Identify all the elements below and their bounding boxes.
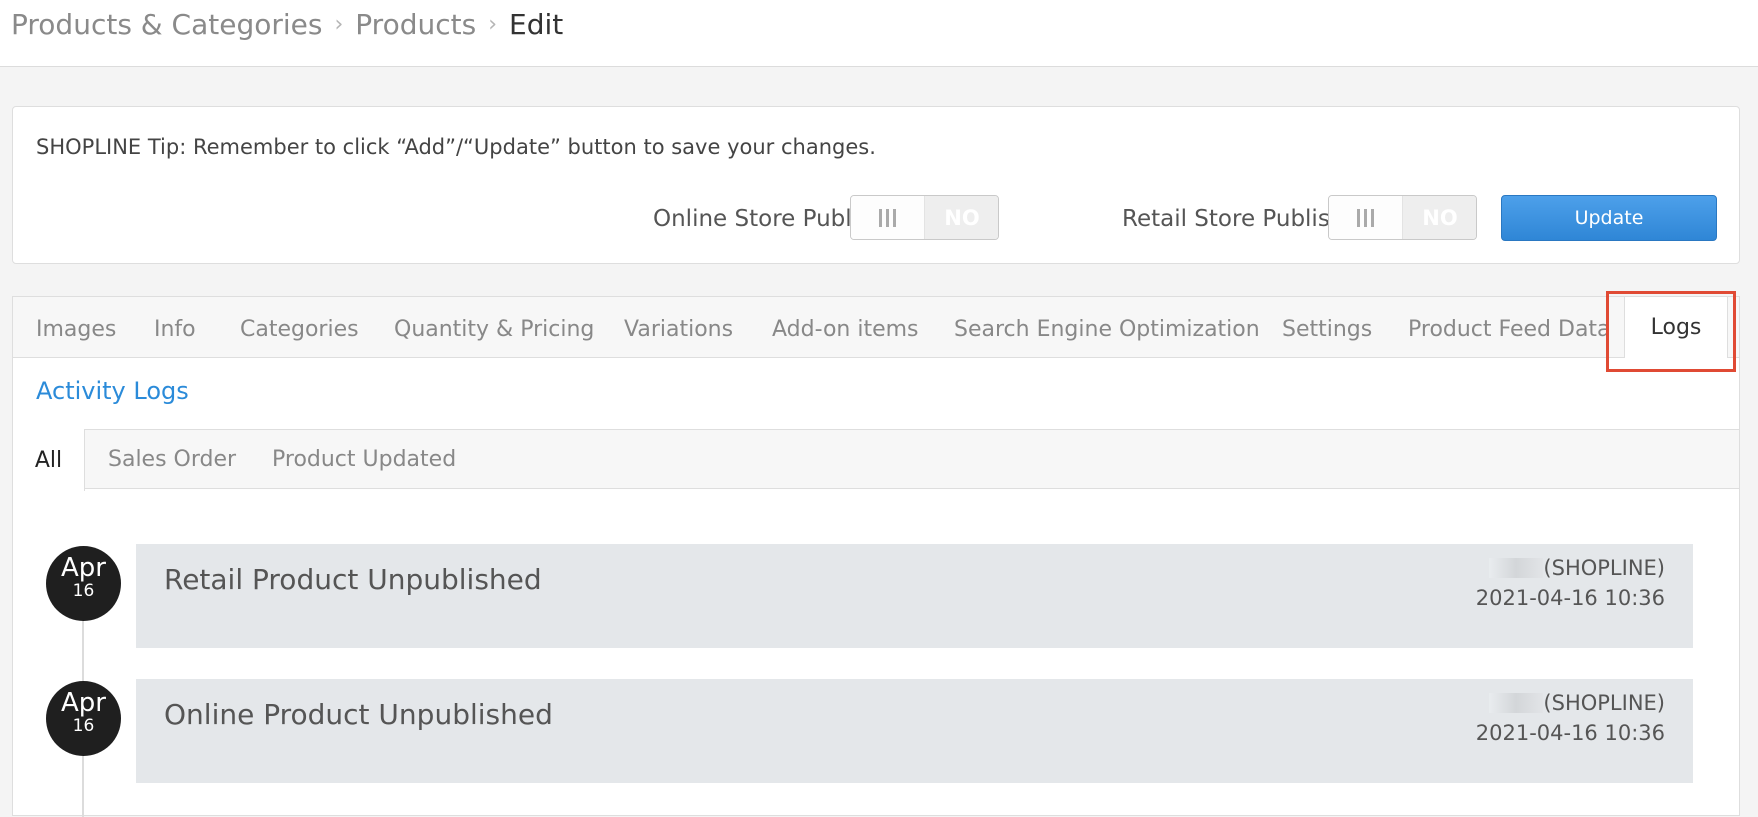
shopline-tip: SHOPLINE Tip: Remember to click “Add”/“U… [36,135,876,159]
grip-icon [1357,208,1374,227]
breadcrumb-products[interactable]: Products [355,8,476,41]
log-title: Retail Product Unpublished [164,563,542,596]
log-entry: Retail Product Unpublished (SHOPLINE) 20… [136,544,1693,648]
subtab-product-updated[interactable]: Product Updated [272,447,456,472]
retail-store-publish-toggle[interactable]: NO [1328,195,1477,240]
chevron-right-icon: › [488,12,497,37]
tab-images[interactable]: Images [36,317,116,342]
tab-logs[interactable]: Logs [1624,297,1728,358]
tip-panel: SHOPLINE Tip: Remember to click “Add”/“U… [12,106,1740,264]
date-day: 16 [72,581,95,601]
tab-settings[interactable]: Settings [1282,317,1372,342]
retail-store-publish-label: Retail Store Publish [1122,206,1345,232]
activity-logs-title: Activity Logs [36,377,189,405]
redacted-name [1489,693,1544,713]
toggle-knob [851,196,925,239]
tab-info[interactable]: Info [154,317,196,342]
product-tabs: Images Info Categories Quantity & Pricin… [13,297,1739,358]
toggle-knob [1329,196,1403,239]
date-badge: Apr 16 [46,681,121,756]
tab-variations[interactable]: Variations [624,317,733,342]
log-meta: (SHOPLINE) 2021-04-16 10:36 [1476,688,1665,748]
date-month: Apr [61,688,106,718]
log-actor: (SHOPLINE) [1476,688,1665,718]
subtab-sales-order[interactable]: Sales Order [108,447,236,472]
breadcrumb-products-categories[interactable]: Products & Categories [11,8,322,41]
product-edit-panel: Images Info Categories Quantity & Pricin… [12,296,1740,817]
date-month: Apr [61,553,106,583]
toggle-state: NO [925,196,998,239]
breadcrumb: Products & Categories › Products › Edit [11,8,563,41]
top-bar: Products & Categories › Products › Edit [0,0,1758,67]
subtab-all[interactable]: All [13,429,85,491]
online-store-publish-toggle[interactable]: NO [850,195,999,240]
tab-quantity-pricing[interactable]: Quantity & Pricing [394,317,594,342]
redacted-name [1489,558,1544,578]
log-meta: (SHOPLINE) 2021-04-16 10:36 [1476,553,1665,613]
update-button[interactable]: Update [1501,195,1717,241]
activity-filter-tabs: All Sales Order Product Updated [13,429,1739,491]
tab-addon-items[interactable]: Add-on items [772,317,919,342]
breadcrumb-current: Edit [509,8,564,41]
log-actor-source: (SHOPLINE) [1543,691,1665,715]
tab-categories[interactable]: Categories [240,317,359,342]
tab-product-feed-data[interactable]: Product Feed Data [1408,317,1611,342]
toggle-state: NO [1403,196,1476,239]
log-actor: (SHOPLINE) [1476,553,1665,583]
grip-icon [879,208,896,227]
log-actor-source: (SHOPLINE) [1543,556,1665,580]
date-badge: Apr 16 [46,546,121,621]
tab-seo[interactable]: Search Engine Optimization [954,317,1260,342]
log-timestamp: 2021-04-16 10:36 [1475,586,1665,610]
log-title: Online Product Unpublished [164,698,553,731]
log-timestamp: 2021-04-16 10:36 [1475,721,1665,745]
log-entry: Online Product Unpublished (SHOPLINE) 20… [136,679,1693,783]
date-day: 16 [72,716,95,736]
chevron-right-icon: › [334,12,344,37]
